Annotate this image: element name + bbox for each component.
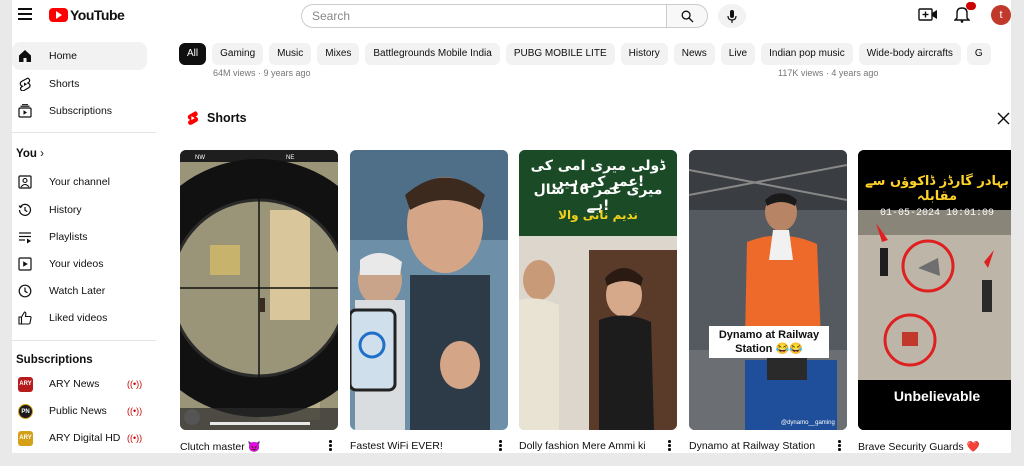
search-input[interactable]: Search: [301, 4, 666, 28]
cctv-timestamp: 01-05-2024 10:01:09: [880, 208, 995, 219]
person-holding-phone-image: [350, 150, 508, 430]
thumbs-up-icon: [18, 311, 32, 325]
microphone-icon: [727, 9, 737, 23]
shorts-section-header: Shorts: [186, 110, 247, 126]
chip-all[interactable]: All: [179, 43, 207, 65]
channel-logo-ary-digital: ARY: [18, 431, 33, 446]
chip-history[interactable]: History: [620, 43, 668, 65]
overlay-text-line-1: بہادر گارڈز ڈاکوؤں سے مقابلہ: [865, 174, 1009, 204]
short-title-2[interactable]: Fastest WiFi EVER!: [350, 440, 443, 452]
overlay-caption: Unbelievable: [893, 388, 981, 404]
chip-gaming[interactable]: Gaming: [212, 43, 264, 65]
watch-later-icon: [18, 284, 32, 298]
chip-wide-body-aircrafts[interactable]: Wide-body aircrafts: [858, 43, 961, 65]
menu-icon[interactable]: [18, 8, 32, 20]
youtube-play-icon: [49, 8, 68, 22]
svg-text:NE: NE: [286, 155, 294, 161]
svg-text:NW: NW: [195, 155, 205, 161]
your-videos-icon: [18, 257, 32, 271]
sidebar-item-watch-later[interactable]: Watch Later: [12, 277, 147, 305]
overlay-text-line-3: ندیم نانی والا: [558, 208, 638, 222]
chip-partial[interactable]: G: [966, 43, 991, 65]
sidebar-item-ary-digital-hd[interactable]: ARY ARY Digital HD ((•)): [12, 424, 147, 452]
more-options-icon[interactable]: [668, 440, 672, 452]
sniper-scope-image: NW NE: [180, 150, 338, 430]
short-thumbnail-5[interactable]: بہادر گارڈز ڈاکوؤں سے مقابلہ 01-05-2024 …: [858, 150, 1011, 430]
sidebar-item-public-news[interactable]: PN Public News ((•)): [12, 397, 147, 425]
shorts-icon: [19, 77, 31, 91]
avatar[interactable]: t: [991, 5, 1011, 25]
short-thumbnail-2[interactable]: [350, 150, 508, 430]
sidebar-divider: [12, 340, 156, 341]
short-title-4[interactable]: Dynamo at Railway Station: [689, 440, 815, 452]
shorts-logo-icon: [187, 111, 199, 125]
short-thumbnail-3[interactable]: ڈولی میری امی کی عمر کی ہیں! میری عمر 16…: [519, 150, 677, 430]
sidebar-item-liked-videos[interactable]: Liked videos: [12, 304, 147, 332]
chip-indian-pop-music[interactable]: Indian pop music: [761, 43, 853, 65]
youtube-logo[interactable]: YouTube: [49, 7, 125, 23]
more-options-icon[interactable]: [499, 440, 503, 452]
home-icon: [19, 50, 31, 62]
history-icon: [18, 203, 32, 216]
create-video-icon: [918, 8, 937, 21]
sidebar-item-home[interactable]: Home: [12, 42, 147, 70]
notification-badge: [966, 2, 976, 10]
live-broadcast-icon: ((•)): [127, 433, 143, 443]
channel-logo-ary-news: ARY: [18, 377, 33, 392]
short-title-5[interactable]: Brave Security Guards ❤️: [858, 440, 980, 453]
voice-search-button[interactable]: [718, 4, 746, 28]
railway-station-image: [689, 150, 847, 430]
sidebar-item-playlists[interactable]: Playlists: [12, 223, 147, 251]
more-options-icon[interactable]: [838, 440, 842, 452]
short-thumbnail-4[interactable]: Dynamo at Railway Station 😂😂 @dynamo__ga…: [689, 150, 847, 430]
sidebar-item-ary-news[interactable]: ARY ARY News ((•)): [12, 370, 147, 398]
chip-mixes[interactable]: Mixes: [317, 43, 360, 65]
top-bar: YouTube Search t: [12, 0, 1011, 30]
subscriptions-heading: Subscriptions: [16, 354, 93, 366]
live-broadcast-icon: ((•)): [127, 379, 143, 389]
filter-chips-bar: All Gaming Music Mixes Battlegrounds Mobile …: [179, 43, 1011, 67]
overlay-caption: Dynamo at Railway Station 😂😂: [709, 326, 829, 358]
short-title-1[interactable]: Clutch master 😈: [180, 440, 261, 453]
more-options-icon[interactable]: [329, 440, 333, 452]
chevron-right-icon: ›: [40, 148, 44, 160]
short-title-3[interactable]: Dolly fashion Mere Ammi ki: [519, 440, 646, 452]
close-icon[interactable]: [997, 112, 1010, 125]
chip-pubg-mobile-lite[interactable]: PUBG MOBILE LITE: [505, 43, 615, 65]
you-section-heading[interactable]: You ›: [16, 148, 44, 160]
sidebar-item-subscriptions[interactable]: Subscriptions: [12, 97, 147, 125]
sidebar-item-history[interactable]: History: [12, 196, 147, 224]
channel-logo-public-news: PN: [18, 404, 33, 419]
chip-battlegrounds-mobile-india[interactable]: Battlegrounds Mobile India: [365, 43, 500, 65]
youtube-window: YouTube Search t Home Shorts Subscriptio: [12, 0, 1011, 453]
sidebar-item-shorts[interactable]: Shorts: [12, 70, 147, 98]
sidebar: Home Shorts Subscriptions You › Your cha…: [12, 40, 170, 453]
video-meta: 64M views · 9 years ago: [213, 68, 311, 78]
subscriptions-icon: [18, 104, 32, 118]
short-thumbnail-1[interactable]: NW NE: [180, 150, 338, 430]
search-button[interactable]: [666, 4, 708, 28]
video-meta: 117K views · 4 years ago: [778, 68, 879, 78]
chip-news[interactable]: News: [673, 43, 715, 65]
search-icon: [681, 10, 694, 23]
live-broadcast-icon: ((•)): [127, 406, 143, 416]
chip-music[interactable]: Music: [269, 43, 312, 65]
create-button[interactable]: [918, 6, 938, 24]
your-channel-icon: [18, 175, 32, 189]
sidebar-divider: [12, 132, 156, 133]
sidebar-item-your-channel[interactable]: Your channel: [12, 168, 147, 196]
channel-handle-watermark: @dynamo__gaming: [781, 420, 835, 426]
playlists-icon: [19, 232, 31, 244]
sidebar-item-your-videos[interactable]: Your videos: [12, 250, 147, 278]
chip-live[interactable]: Live: [720, 43, 756, 65]
